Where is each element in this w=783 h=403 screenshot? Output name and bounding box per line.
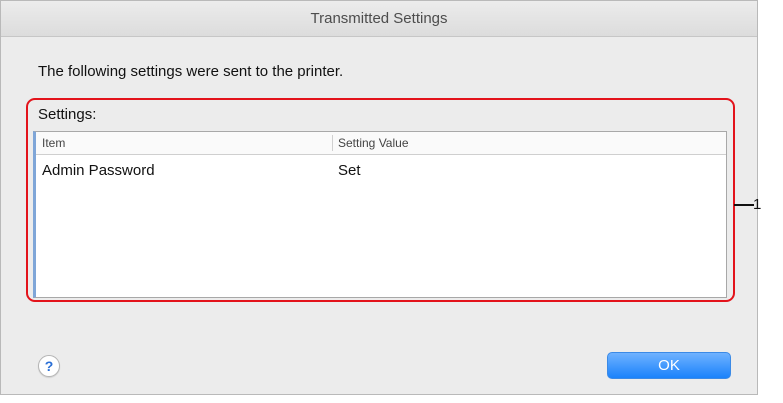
window-title: Transmitted Settings [310,10,448,27]
callout-highlight-box [26,98,735,302]
transmitted-settings-dialog: Transmitted Settings The following setti… [0,0,758,395]
info-message: The following settings were sent to the … [38,63,344,80]
ok-button[interactable]: OK [607,352,731,379]
help-icon: ? [44,358,54,374]
title-bar[interactable]: Transmitted Settings [1,1,757,37]
callout-leader-line [734,204,754,206]
help-button[interactable]: ? [38,355,60,377]
callout-number: 1 [753,196,762,213]
